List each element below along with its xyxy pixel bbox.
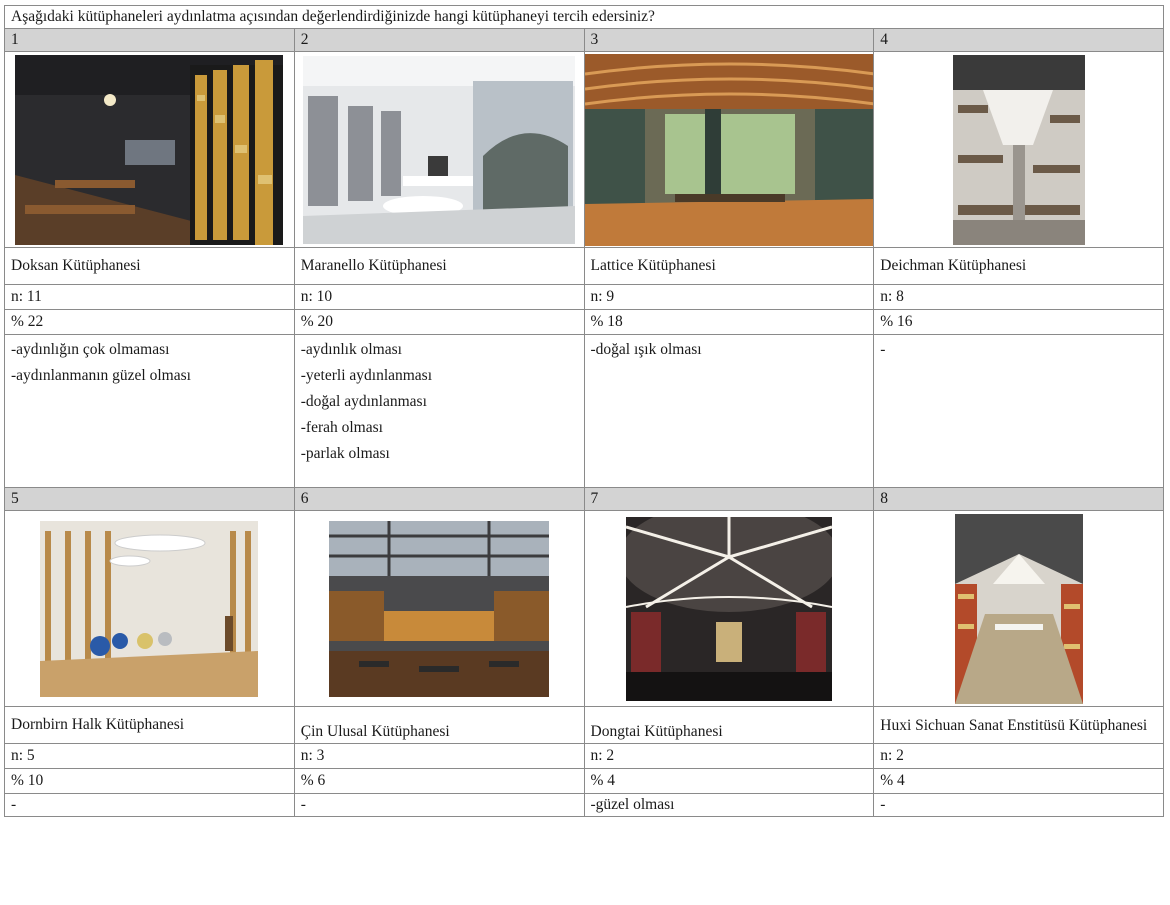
library-name: Dornbirn Halk Kütüphanesi [4,706,295,744]
library-photo-cell [4,510,295,707]
library-name: Deichman Kütüphanesi [873,247,1164,285]
library-name: Lattice Kütüphanesi [583,247,875,285]
library-percent: % 18 [583,309,875,335]
library-name: Dongtai Kütüphanesi [583,706,875,744]
library-number: 3 [583,28,875,52]
huxi-sichuan-library-photo [954,513,1083,704]
comment-line: -parlak olması [300,445,390,462]
comment-line: -güzel olması [590,796,675,813]
comment-line: - [300,796,306,813]
library-number: 5 [4,487,295,511]
library-number: 4 [873,28,1164,52]
library-comments: - [4,793,295,817]
library-number: 6 [293,487,585,511]
library-percent: % 4 [583,768,875,794]
library-photo-cell [873,510,1164,707]
comment-line: - [880,796,886,813]
library-count: n: 10 [293,284,585,310]
library-photo-cell [293,510,585,707]
library-count: n: 8 [873,284,1164,310]
survey-table: Aşağıdaki kütüphaneleri aydınlatma açısı… [4,5,1164,817]
library-percent: % 16 [873,309,1164,335]
library-photo-cell [293,51,585,248]
library-percent: % 4 [873,768,1164,794]
library-name: Doksan Kütüphanesi [4,247,295,285]
library-name: Huxi Sichuan Sanat Enstitüsü Kütüphanesi [873,706,1164,744]
library-number: 8 [873,487,1164,511]
library-comments: - [293,793,585,817]
library-count: n: 5 [4,743,295,769]
comment-line: -ferah olması [300,419,383,436]
china-national-library-photo [329,520,550,697]
comment-line: -aydınlık olması [300,341,402,358]
library-count: n: 2 [583,743,875,769]
library-number: 2 [293,28,585,52]
library-comments: -doğal ışık olması [583,334,875,488]
dongtai-library-photo [625,516,832,701]
library-photo-cell [4,51,295,248]
library-count: n: 3 [293,743,585,769]
comment-line: -doğal ışık olması [590,341,702,358]
library-percent: % 22 [4,309,295,335]
library-comments: -aydınlık olması -yeterli aydınlanması -… [293,334,585,488]
library-name: Maranello Kütüphanesi [293,247,585,285]
library-comments: - [873,334,1164,488]
maranello-library-photo [303,55,576,244]
comment-line: -yeterli aydınlanması [300,367,433,384]
question-text: Aşağıdaki kütüphaneleri aydınlatma açısı… [4,5,1164,29]
lattice-library-photo [584,53,873,246]
doksan-library-photo [15,54,284,245]
comment-line: -aydınlığın çok olmaması [11,341,170,358]
library-percent: % 6 [293,768,585,794]
library-comments: -güzel olması [583,793,875,817]
library-photo-cell [583,51,875,248]
library-count: n: 11 [4,284,295,310]
library-photo-cell [583,510,875,707]
library-count: n: 9 [583,284,875,310]
comment-line: - [11,796,17,813]
library-number: 1 [4,28,295,52]
library-count: n: 2 [873,743,1164,769]
library-name: Çin Ulusal Kütüphanesi [293,706,585,744]
comment-line: -aydınlanmanın güzel olması [11,367,191,384]
comment-line: -doğal aydınlanması [300,393,427,410]
dornbirn-library-photo [40,520,259,697]
library-photo-cell [873,51,1164,248]
comment-line: - [880,341,886,358]
library-comments: -aydınlığın çok olmaması -aydınlanmanın … [4,334,295,488]
library-percent: % 10 [4,768,295,794]
library-percent: % 20 [293,309,585,335]
library-comments: - [873,793,1164,817]
deichman-library-photo [952,54,1085,245]
library-number: 7 [583,487,875,511]
